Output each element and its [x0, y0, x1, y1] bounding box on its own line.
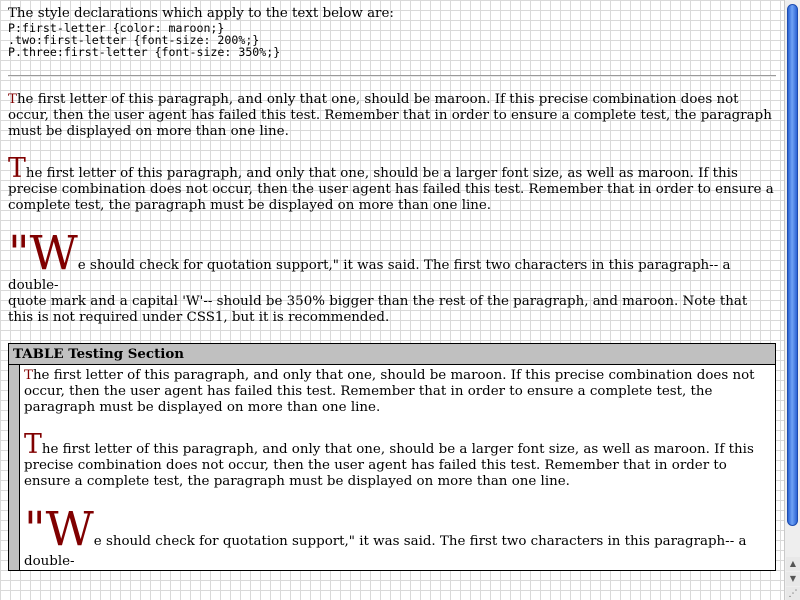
intro-text: The style declarations which apply to th… [8, 6, 394, 21]
first-letter-huge: "W [8, 226, 78, 281]
paragraph-two: The first letter of this paragraph, and … [8, 155, 776, 214]
first-letter-large: T [24, 428, 42, 460]
table-testing-section: TABLE Testing Section The first letter o… [8, 342, 776, 571]
paragraph-text: quote mark and a capital 'W'-- should be… [8, 293, 748, 325]
horizontal-rule [8, 75, 776, 77]
table-gutter [9, 364, 20, 570]
table-paragraph-one: The first letter of this paragraph, and … [24, 368, 771, 416]
quote-first-line: "We should check for quotation support,"… [8, 230, 776, 294]
document-body: The style declarations which apply to th… [0, 0, 784, 571]
paragraph-text: e should check for quotation support," i… [8, 258, 731, 293]
first-letter-large: T [8, 153, 26, 184]
page-viewport: The style declarations which apply to th… [0, 0, 784, 600]
first-letter: T [24, 367, 33, 383]
table-paragraph-three: "We should check for quotation support,"… [24, 506, 771, 570]
scrollbar-thumb[interactable] [787, 4, 798, 526]
table-paragraph-two: The first letter of this paragraph, and … [24, 431, 771, 490]
table-cell: The first letter of this paragraph, and … [20, 364, 775, 570]
scroll-up-arrow-icon[interactable]: ▲ [786, 557, 800, 571]
paragraph-text: he first letter of this paragraph, and o… [8, 92, 772, 139]
code-line: P.three:first-letter {font-size: 350%;} [8, 45, 281, 59]
first-letter: T [8, 92, 17, 107]
paragraph-text: he first letter of this paragraph, and o… [24, 441, 754, 489]
paragraph-text: he first letter of this paragraph, and o… [8, 166, 774, 213]
first-letter-huge: "W [24, 501, 94, 557]
scroll-down-arrow-icon[interactable]: ▼ [786, 572, 800, 586]
paragraph-three: "We should check for quotation support,"… [8, 230, 776, 326]
vertical-scrollbar[interactable]: ▲ ▼ ⋰ [784, 0, 800, 600]
paragraph-text: e should check for quotation support," i… [24, 533, 747, 569]
resize-grip-icon: ⋰ [786, 587, 800, 600]
table-header: TABLE Testing Section [9, 343, 775, 365]
style-declarations: P:first-letter {color: maroon;} .two:fir… [8, 22, 776, 58]
quote-first-line: "We should check for quotation support,"… [24, 506, 771, 570]
paragraph-text: he first letter of this paragraph, and o… [24, 367, 755, 415]
paragraph-one: The first letter of this paragraph, and … [8, 92, 776, 140]
